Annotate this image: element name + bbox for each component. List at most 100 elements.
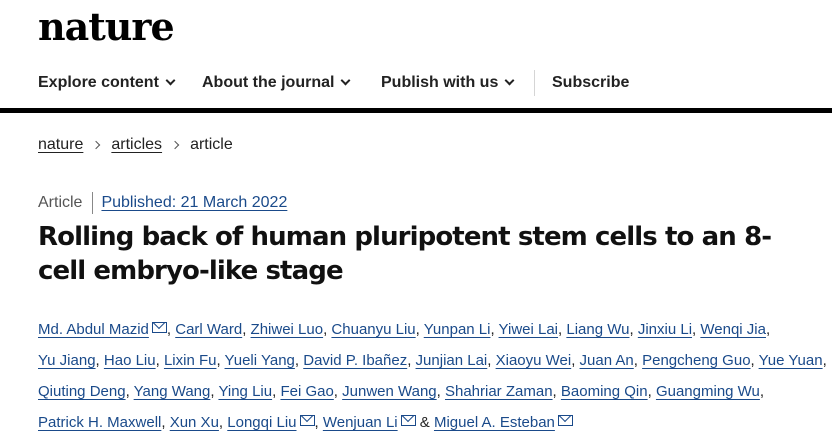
nav-about-journal-label: About the journal xyxy=(202,74,335,91)
breadcrumb-current: article xyxy=(190,136,233,153)
published-date[interactable]: Published: 21 March 2022 xyxy=(101,194,287,212)
author-entry: Ying Liu xyxy=(218,383,272,400)
author-entry: Carl Ward xyxy=(175,321,242,338)
author-link[interactable]: Zhiwei Luo xyxy=(251,321,324,338)
nav-subscribe[interactable]: Subscribe xyxy=(552,66,629,100)
nature-logo[interactable]: nature xyxy=(38,4,175,50)
author-list: Md. Abdul Mazid, Carl Ward, Zhiwei Luo, … xyxy=(38,314,828,438)
author-entry: Yueli Yang xyxy=(225,352,295,369)
author-entry: Hao Liu xyxy=(104,352,156,369)
author-separator: , xyxy=(333,383,343,400)
author-link[interactable]: Shahriar Zaman xyxy=(445,383,553,400)
author-separator: , xyxy=(647,383,656,400)
chevron-down-icon xyxy=(165,75,176,86)
nav-explore-content-label: Explore content xyxy=(38,74,159,91)
author-link[interactable]: Wenqi Jia xyxy=(700,321,766,338)
author-link[interactable]: Juan An xyxy=(580,352,634,369)
author-link[interactable]: Pengcheng Guo xyxy=(642,352,750,369)
author-entry: Guangming Wu xyxy=(656,383,760,400)
author-separator: , xyxy=(218,414,228,431)
author-separator: , xyxy=(407,352,416,369)
author-link[interactable]: Junwen Wang xyxy=(342,383,437,400)
author-link[interactable]: Qiuting Deng xyxy=(38,383,126,400)
author-entry: Junwen Wang xyxy=(342,383,437,400)
author-entry: Yiwei Lai xyxy=(499,321,558,338)
author-entry: Fei Gao xyxy=(280,383,333,400)
main-nav: Explore content About the journal Publis… xyxy=(0,66,832,100)
author-entry: Longqi Liu xyxy=(227,414,315,431)
chevron-down-icon xyxy=(340,75,351,86)
nav-publish-with-us-label: Publish with us xyxy=(381,74,499,91)
nav-about-journal[interactable]: About the journal xyxy=(202,66,351,100)
author-entry: Wenjuan Li xyxy=(323,414,416,431)
author-entry: Miguel A. Esteban xyxy=(434,414,573,431)
author-separator: , xyxy=(765,321,771,338)
author-separator: , xyxy=(759,383,765,400)
author-link[interactable]: Jinxiu Li xyxy=(638,321,692,338)
author-link[interactable]: Yiwei Lai xyxy=(499,321,558,338)
author-link[interactable]: Xun Xu xyxy=(170,414,219,431)
author-link[interactable]: Yang Wang xyxy=(134,383,211,400)
author-link[interactable]: Liang Wu xyxy=(566,321,629,338)
author-link[interactable]: Miguel A. Esteban xyxy=(434,414,555,431)
author-link[interactable]: Hao Liu xyxy=(104,352,156,369)
author-separator: , xyxy=(822,352,827,369)
author-link[interactable]: Yunpan Li xyxy=(424,321,491,338)
author-entry: Yunpan Li xyxy=(424,321,491,338)
author-link[interactable]: Wenjuan Li xyxy=(323,414,398,431)
chevron-right-icon xyxy=(92,140,101,150)
email-icon[interactable] xyxy=(299,415,315,426)
author-entry: Chuanyu Liu xyxy=(331,321,415,338)
author-separator: , xyxy=(490,321,499,338)
author-link[interactable]: Yueli Yang xyxy=(225,352,295,369)
author-separator: , xyxy=(95,352,104,369)
author-entry: Yang Wang xyxy=(134,383,211,400)
breadcrumb-articles[interactable]: articles xyxy=(111,136,162,154)
author-link[interactable]: Longqi Liu xyxy=(227,414,296,431)
email-icon[interactable] xyxy=(557,415,573,426)
author-entry: Pengcheng Guo xyxy=(642,352,750,369)
author-link[interactable]: Ying Liu xyxy=(218,383,272,400)
author-separator: , xyxy=(750,352,759,369)
author-separator: , xyxy=(166,321,176,338)
author-separator: , xyxy=(436,383,445,400)
nav-subscribe-label: Subscribe xyxy=(552,74,630,91)
author-separator: , xyxy=(629,321,638,338)
author-link[interactable]: Lixin Fu xyxy=(164,352,217,369)
article-title: Rolling back of human pluripotent stem c… xyxy=(38,222,772,286)
author-entry: Jinxiu Li xyxy=(638,321,692,338)
author-link[interactable]: Patrick H. Maxwell xyxy=(38,414,161,431)
author-link[interactable]: Xiaoyu Wei xyxy=(496,352,572,369)
meta-divider xyxy=(92,192,94,214)
author-link[interactable]: Junjian Lai xyxy=(416,352,488,369)
author-entry: Xun Xu xyxy=(170,414,219,431)
author-link[interactable]: David P. Ibañez xyxy=(303,352,407,369)
author-entry: Yu Jiang xyxy=(38,352,96,369)
author-separator: , xyxy=(487,352,496,369)
email-icon[interactable] xyxy=(151,322,167,333)
author-entry: Lixin Fu xyxy=(164,352,217,369)
nav-divider xyxy=(534,70,535,96)
breadcrumb-nature[interactable]: nature xyxy=(38,136,83,154)
author-link[interactable]: Guangming Wu xyxy=(656,383,760,400)
author-entry: Wenqi Jia xyxy=(700,321,766,338)
author-separator: , xyxy=(633,352,643,369)
author-link[interactable]: Fei Gao xyxy=(280,383,333,400)
breadcrumb: nature articles article xyxy=(38,136,233,154)
author-entry: Liang Wu xyxy=(566,321,629,338)
author-link[interactable]: Chuanyu Liu xyxy=(331,321,415,338)
author-separator: , xyxy=(552,383,561,400)
email-icon[interactable] xyxy=(400,415,416,426)
author-entry: Baoming Qin xyxy=(561,383,648,400)
author-link[interactable]: Yu Jiang xyxy=(38,352,96,369)
author-link[interactable]: Yue Yuan xyxy=(759,352,823,369)
author-entry: Shahriar Zaman xyxy=(445,383,553,400)
author-link[interactable]: Baoming Qin xyxy=(561,383,648,400)
author-entry: Junjian Lai xyxy=(416,352,488,369)
author-link[interactable]: Carl Ward xyxy=(175,321,242,338)
author-separator: , xyxy=(125,383,134,400)
author-link[interactable]: Md. Abdul Mazid xyxy=(38,321,149,338)
nav-explore-content[interactable]: Explore content xyxy=(38,66,176,100)
author-entry: Yue Yuan xyxy=(759,352,823,369)
nav-publish-with-us[interactable]: Publish with us xyxy=(381,66,515,100)
